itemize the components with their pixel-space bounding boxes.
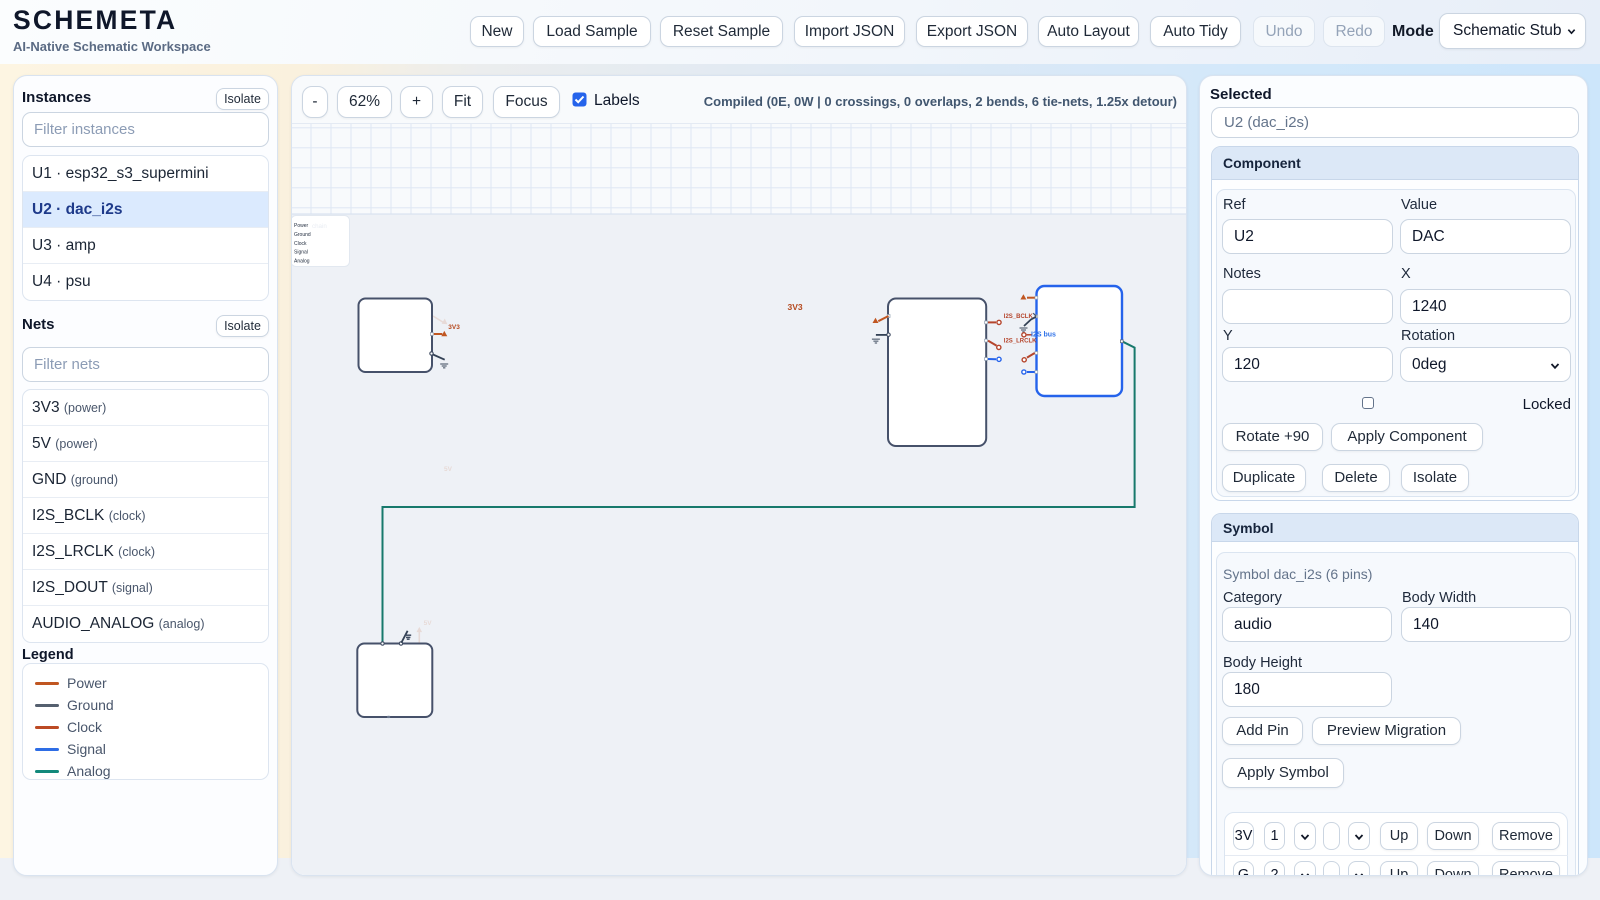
svg-text:5V: 5V [424, 620, 433, 627]
svg-text:3V3: 3V3 [788, 302, 803, 312]
svg-text:Ground: Ground [294, 232, 311, 238]
svg-text:Signal: Signal [294, 250, 308, 256]
svg-text:Power: Power [294, 223, 309, 229]
svg-text:Clock: Clock [294, 241, 307, 247]
svg-text:chain: chain [312, 223, 327, 230]
svg-text:5V: 5V [444, 466, 453, 473]
svg-text:I2S_LRCLK: I2S_LRCLK [1004, 338, 1037, 344]
svg-text:3V3: 3V3 [448, 324, 460, 331]
svg-text:I2S_BCLK: I2S_BCLK [1004, 314, 1034, 320]
svg-text:Analog: Analog [294, 259, 310, 265]
